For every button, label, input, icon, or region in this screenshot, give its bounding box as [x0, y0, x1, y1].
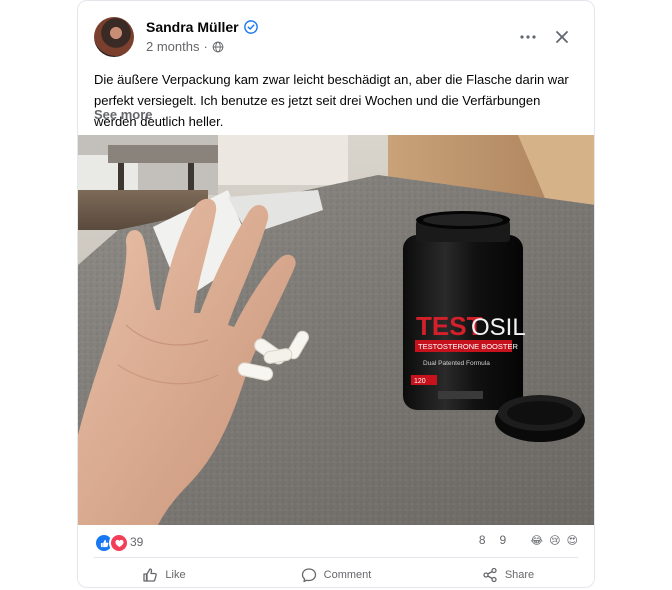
close-icon: [556, 31, 568, 43]
like-label: Like: [165, 569, 186, 581]
reactions-bar: 39 8 9 😂 😢 😍: [94, 533, 578, 553]
share-label: Share: [504, 569, 535, 581]
laugh-emoji-icon: 😂: [530, 534, 544, 547]
reaction-count[interactable]: 39: [130, 535, 143, 549]
share-button[interactable]: Share: [422, 563, 594, 587]
comment-count[interactable]: 8: [479, 533, 486, 547]
post-actions: Like Comment Share: [78, 563, 594, 587]
bottle-count-text: 120: [414, 378, 426, 385]
thumbs-up-icon: [143, 568, 158, 582]
avatar[interactable]: [94, 17, 134, 57]
globe-icon: [212, 41, 224, 52]
heart-eyes-emoji-icon: 😍: [566, 534, 578, 547]
author-name[interactable]: Sandra Müller: [146, 19, 239, 35]
author-row: Sandra Müller: [146, 19, 258, 35]
post-text: Die äußere Verpackung kam zwar leicht be…: [94, 72, 569, 129]
like-button[interactable]: Like: [78, 563, 250, 587]
reaction-icons[interactable]: [94, 533, 129, 553]
comment-label: Comment: [323, 569, 372, 581]
action-divider: [94, 557, 578, 558]
meta-separator: ·: [203, 39, 208, 54]
post-meta: 2 months ·: [146, 39, 224, 54]
post-time[interactable]: 2 months: [146, 39, 199, 54]
comment-button[interactable]: Comment: [250, 563, 422, 587]
post-card: Sandra Müller 2 months · Die äußere Verp…: [77, 0, 595, 588]
bottle-formula-text: Dual Patented Formula: [423, 360, 490, 367]
engagement-counts: 8 9 😂 😢 😍: [465, 533, 578, 547]
bottle-sub-text: TESTOSTERONE BOOSTER: [418, 342, 518, 351]
post-photo[interactable]: TEST OSIL TESTOSTERONE BOOSTER Dual Pate…: [78, 135, 595, 525]
verified-badge-icon: [243, 20, 258, 34]
more-options-button[interactable]: [518, 27, 538, 47]
close-button[interactable]: [552, 27, 572, 47]
love-icon: [109, 533, 129, 553]
sad-emoji-icon: 😢: [549, 534, 561, 547]
comment-bubble-icon: [301, 568, 316, 583]
bottle-brand-white-text: OSIL: [471, 314, 526, 341]
see-more-link[interactable]: See more: [94, 107, 153, 122]
more-dots-icon: [520, 35, 536, 39]
share-icon: [483, 567, 497, 583]
share-count[interactable]: 9: [500, 533, 507, 547]
post-header: Sandra Müller 2 months ·: [94, 17, 580, 61]
